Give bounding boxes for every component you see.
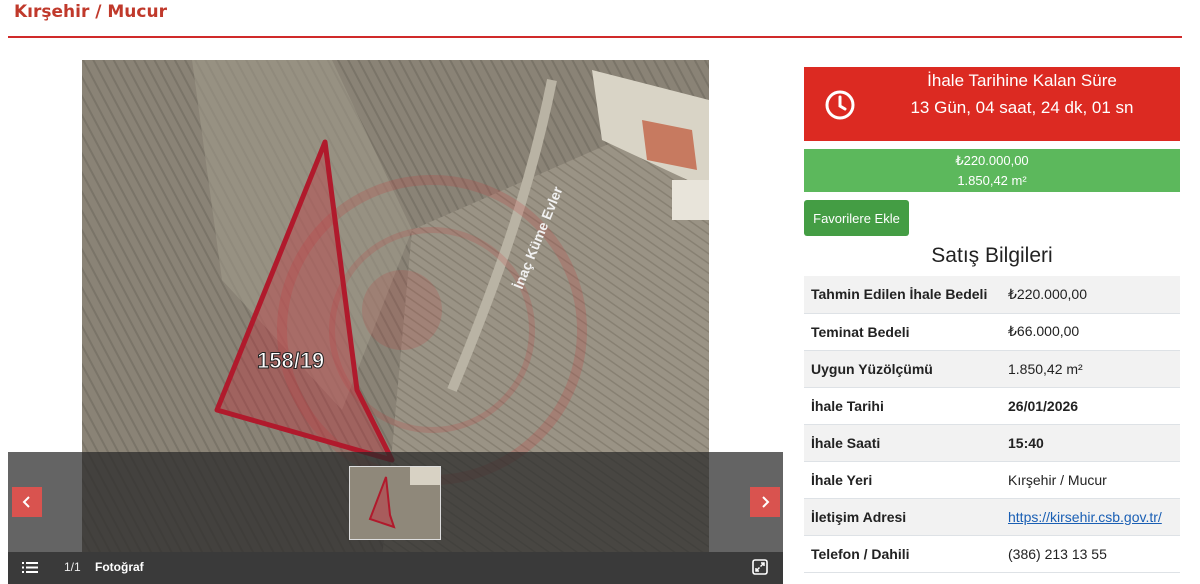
contact-address-link[interactable]: https://kirsehir.csb.gov.tr/ [1008,509,1162,525]
previous-photo-button[interactable] [12,487,42,517]
title-divider [8,36,1182,38]
auction-countdown: İhale Tarihine Kalan Süre 13 Gün, 04 saa… [804,67,1180,141]
thumbnail-strip [8,452,783,552]
table-row: Uygun Yüzölçümü 1.850,42 m² [804,350,1180,387]
table-row: Teminat Bedeli ₺66.000,00 [804,313,1180,350]
photo-label: Fotoğraf [95,560,144,574]
row-label: Teminat Bedeli [811,323,910,340]
add-favorite-button[interactable]: Favorilere Ekle [804,200,909,236]
row-label: İhale Saati [811,434,881,451]
chevron-left-icon [22,496,30,508]
countdown-title: İhale Tarihine Kalan Süre [927,71,1117,90]
summary-price: ₺220.000,00 [955,153,1029,168]
row-value-link-cell: https://kirsehir.csb.gov.tr/ [1001,498,1180,535]
thumbnail-image[interactable] [349,466,441,540]
row-label: İhale Yeri [811,471,873,488]
sale-info-title: Satış Bilgileri [931,244,1053,267]
map-parcel-label: 158/19 [257,348,324,373]
table-row: Tahmin Edilen İhale Bedeli ₺220.000,00 [804,276,1180,313]
summary-area: 1.850,42 m² [957,173,1027,188]
gallery-toolbar: 1/1 Fotoğraf [8,552,783,584]
chevron-right-icon [762,496,770,508]
expand-icon[interactable] [752,559,768,575]
sale-info-table: Tahmin Edilen İhale Bedeli ₺220.000,00 T… [804,276,1180,573]
row-value: ₺66.000,00 [1008,323,1080,339]
table-row: Telefon / Dahili (386) 213 13 55 [804,535,1180,572]
row-label: Uygun Yüzölçümü [811,360,933,377]
row-label: İletişim Adresi [811,508,907,525]
row-value: 26/01/2026 [1008,397,1079,414]
row-value: (386) 213 13 55 [1008,545,1107,562]
next-photo-button[interactable] [750,487,780,517]
table-row: İhale Tarihi 26/01/2026 [804,387,1180,424]
row-label: Telefon / Dahili [811,545,910,562]
row-value: 15:40 [1008,434,1044,451]
table-row: İletişim Adresi https://kirsehir.csb.gov… [804,498,1180,535]
row-label: Tahmin Edilen İhale Bedeli [811,286,988,303]
photo-gallery: İnaç Küme Evler 158/19 1/1 Fotoğraf [8,60,783,584]
table-row: İhale Yeri Kırşehir / Mucur [804,461,1180,498]
row-label: İhale Tarihi [811,397,884,414]
row-value: ₺220.000,00 [1008,285,1087,302]
row-value: 1.850,42 m² [1008,360,1083,377]
page-title: Kırşehir / Mucur [14,2,167,22]
photo-counter: 1/1 [64,560,81,574]
list-icon[interactable] [22,561,38,574]
countdown-value: 13 Gün, 04 saat, 24 dk, 01 sn [910,98,1134,117]
price-summary: ₺220.000,00 1.850,42 m² [804,149,1180,192]
row-value: Kırşehir / Mucur [1008,471,1107,488]
table-row: İhale Saati 15:40 [804,424,1180,461]
